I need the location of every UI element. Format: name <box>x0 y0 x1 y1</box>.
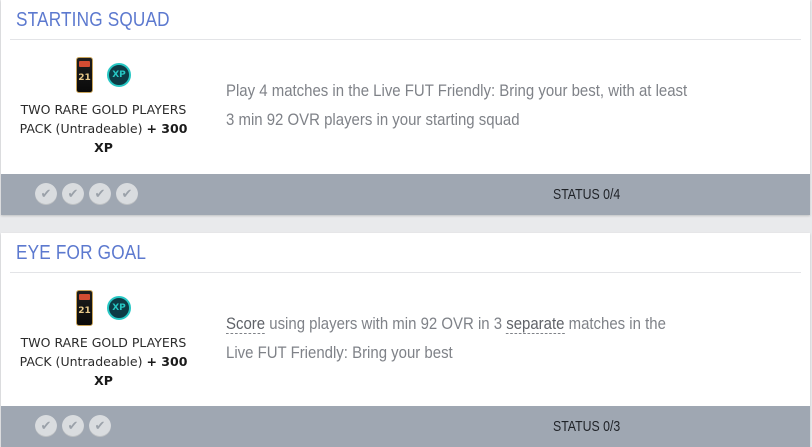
progress-checks: ✔ ✔ ✔ <box>35 415 111 437</box>
term-separate-tooltip[interactable]: separate <box>506 314 565 334</box>
status-label: STATUS 0/4 <box>553 186 621 203</box>
check-icon: ✔ <box>89 415 111 437</box>
reward-label: TWO RARE GOLD PLAYERS PACK (Untradeable)… <box>19 102 188 155</box>
check-icon: ✔ <box>62 415 84 437</box>
fut-21-pack-icon: 21 <box>76 290 93 326</box>
reward-label: TWO RARE GOLD PLAYERS PACK (Untradeable)… <box>19 335 188 388</box>
objective-card-starting-squad: STARTING SQUAD 21 XP TWO RARE GOLD PLAYE… <box>1 0 810 215</box>
divider <box>10 39 801 40</box>
fut-21-pack-icon: 21 <box>76 57 93 93</box>
objective-footer: ✔ ✔ ✔ ✔ STATUS 0/4 <box>1 174 810 215</box>
xp-icon: XP <box>107 296 131 320</box>
status-label: STATUS 0/3 <box>553 418 621 435</box>
xp-icon: XP <box>107 63 131 87</box>
check-icon: ✔ <box>35 183 57 205</box>
check-icon: ✔ <box>116 183 138 205</box>
reward: 21 XP TWO RARE GOLD PLAYERS PACK (Untrad… <box>11 287 196 390</box>
objective-description: Score using players with min 92 OVR in 3… <box>226 314 666 362</box>
objective-card-eye-for-goal: EYE FOR GOAL 21 XP TWO RARE GOLD PLAYERS… <box>1 233 810 447</box>
reward: 21 XP TWO RARE GOLD PLAYERS PACK (Untrad… <box>11 54 196 157</box>
objective-title: STARTING SQUAD <box>16 9 170 31</box>
objective-footer: ✔ ✔ ✔ STATUS 0/3 <box>1 406 810 447</box>
check-icon: ✔ <box>35 415 57 437</box>
objective-title: EYE FOR GOAL <box>16 242 147 264</box>
check-icon: ✔ <box>62 183 84 205</box>
progress-checks: ✔ ✔ ✔ ✔ <box>35 183 138 205</box>
check-icon: ✔ <box>89 183 111 205</box>
term-score-tooltip[interactable]: Score <box>226 314 266 334</box>
objective-description: Play 4 matches in the Live FUT Friendly:… <box>226 81 688 129</box>
divider <box>10 272 801 273</box>
